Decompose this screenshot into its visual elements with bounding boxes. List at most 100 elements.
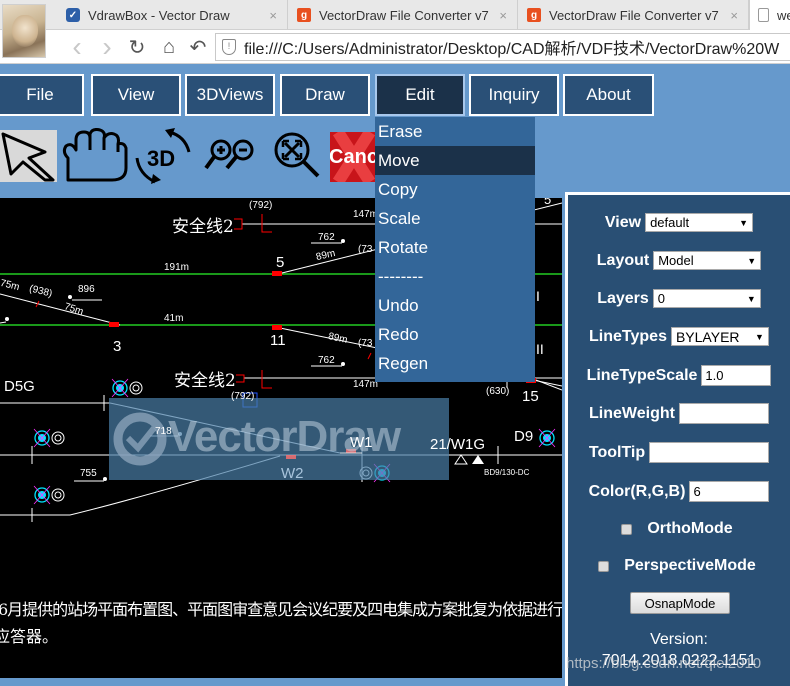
- view-select[interactable]: default ▼: [645, 213, 754, 232]
- tab-title: VectorDraw File Converter v7: [549, 7, 719, 23]
- signal-symbol: [538, 428, 556, 448]
- close-tab-icon[interactable]: ×: [499, 8, 507, 23]
- switch-label: W2: [281, 465, 304, 482]
- number-label: 762: [318, 232, 335, 243]
- cancel-tool[interactable]: Canc: [330, 132, 375, 182]
- orange-g-icon: g: [297, 8, 311, 22]
- home-button[interactable]: ⌂: [157, 35, 181, 59]
- perspectivemode-checkbox[interactable]: [598, 560, 610, 572]
- menu-edit[interactable]: Edit: [375, 74, 465, 116]
- undo-close-tab-button[interactable]: ↶: [186, 35, 210, 59]
- cancel-label: Canc: [330, 145, 375, 168]
- dimension-label: (73: [358, 338, 373, 349]
- linetypes-label: LineTypes: [589, 327, 667, 345]
- menu-item-redo[interactable]: Redo: [375, 320, 535, 349]
- rotate-3d-tool[interactable]: 3D: [133, 128, 197, 184]
- perspectivemode-label: PerspectiveMode: [624, 557, 756, 574]
- zoom-extents-icon: [274, 132, 320, 178]
- linetypes-row: LineTypes BYLAYER ▼: [568, 327, 790, 346]
- close-tab-icon[interactable]: ×: [730, 8, 738, 23]
- browser-tab-vdrawbox[interactable]: ✓ VdrawBox - Vector Draw ×: [58, 0, 288, 30]
- view-label: View: [604, 213, 642, 231]
- menu-inquiry[interactable]: Inquiry: [469, 74, 559, 116]
- vectordraw-logo-icon: ✓: [66, 8, 80, 22]
- menu-item-move[interactable]: Move: [375, 146, 535, 175]
- node-number: 5: [276, 254, 285, 271]
- menu-item-undo[interactable]: Undo: [375, 291, 535, 320]
- node-number: 11: [270, 332, 286, 349]
- menu-draw[interactable]: Draw: [280, 74, 370, 116]
- orange-g-icon: g: [527, 8, 541, 22]
- forward-button[interactable]: ›: [95, 31, 119, 62]
- tab-title: VectorDraw File Converter v7: [319, 7, 489, 23]
- menu-item-erase[interactable]: Erase: [375, 117, 535, 146]
- page-icon: [758, 8, 769, 22]
- menu-item-rotate[interactable]: Rotate: [375, 233, 535, 262]
- browser-tab-converter-1[interactable]: g VectorDraw File Converter v7 ×: [289, 0, 518, 30]
- layout-select-value: Model: [658, 253, 694, 268]
- close-tab-icon[interactable]: ×: [269, 8, 277, 23]
- linetypes-select[interactable]: BYLAYER ▼: [670, 327, 769, 346]
- node-number: 15: [522, 388, 539, 405]
- signal-label: D9: [514, 428, 534, 445]
- orthomode-label: OrthoMode: [647, 520, 733, 537]
- tooltip-label: ToolTip: [588, 443, 646, 461]
- balise-label: BD9/130-DC: [484, 468, 530, 477]
- track-label: 21/W1G: [430, 436, 486, 453]
- safety-line-label: 安全线2: [172, 217, 234, 237]
- menu-3dviews[interactable]: 3DViews: [185, 74, 275, 116]
- track-roman-numeral: I: [536, 288, 540, 304]
- layers-select[interactable]: 0 ▼: [652, 289, 761, 308]
- menu-separator: --------: [378, 267, 424, 286]
- linetypescale-input[interactable]: [701, 365, 772, 386]
- zoom-extents-tool[interactable]: [266, 128, 326, 184]
- user-avatar[interactable]: [2, 4, 46, 58]
- track-roman-numeral: II: [536, 341, 544, 357]
- layout-select[interactable]: Model ▼: [653, 251, 762, 270]
- balise-triangle-filled: [472, 455, 484, 464]
- signal-symbol: [111, 378, 143, 398]
- tab-title: VdrawBox - Vector Draw: [88, 7, 230, 23]
- menu-file[interactable]: File: [0, 74, 84, 116]
- dimension-label: (792): [249, 200, 273, 211]
- signal-label: D5G: [4, 378, 35, 395]
- pan-tool[interactable]: [60, 128, 132, 184]
- browser-tab-current[interactable]: we: [749, 0, 790, 30]
- lineweight-row: LineWeight: [568, 403, 790, 424]
- switch-label: W1: [350, 434, 373, 451]
- select-arrow-icon: [1, 132, 54, 182]
- select-tool[interactable]: [0, 130, 57, 182]
- edit-dropdown-menu: Erase Move Copy Scale Rotate -------- Un…: [375, 117, 535, 382]
- reload-button[interactable]: ↻: [125, 35, 149, 59]
- osnapmode-button[interactable]: OsnapMode: [630, 592, 730, 614]
- lineweight-input[interactable]: [678, 403, 769, 424]
- browser-tab-converter-2[interactable]: g VectorDraw File Converter v7 ×: [519, 0, 749, 30]
- tooltip-input[interactable]: [649, 442, 770, 463]
- safety-line-label: 安全线2: [174, 371, 236, 391]
- orthomode-checkbox[interactable]: [621, 523, 633, 535]
- tooltip-row: ToolTip: [568, 442, 790, 463]
- color-input[interactable]: [689, 481, 770, 502]
- switch-line: [0, 293, 121, 326]
- pan-hand-icon: [62, 128, 128, 182]
- signal-symbol: [33, 428, 65, 448]
- address-bar[interactable]: ! file:///C:/Users/Administrator/Desktop…: [215, 33, 790, 61]
- menu-item-copy[interactable]: Copy: [375, 175, 535, 204]
- number-label: 755: [80, 468, 97, 479]
- tab-title: we: [777, 7, 790, 23]
- menu-about[interactable]: About: [563, 74, 654, 116]
- browser-tab-bar: ✓ VdrawBox - Vector Draw × g VectorDraw …: [0, 0, 790, 30]
- node-number: 3: [113, 338, 122, 355]
- menu-item-regen[interactable]: Regen: [375, 349, 535, 378]
- dimension-label: (630): [486, 386, 510, 397]
- layout-row: Layout Model ▼: [568, 251, 790, 270]
- menu-view[interactable]: View: [91, 74, 181, 116]
- back-button[interactable]: ‹: [65, 31, 89, 62]
- layers-label: Layers: [597, 289, 649, 307]
- zoom-in-out-tool[interactable]: [203, 128, 258, 184]
- length-label: 191m: [164, 262, 190, 273]
- menu-item-scale[interactable]: Scale: [375, 204, 535, 233]
- view-row: View default ▼: [568, 213, 790, 232]
- drawing-note-line: 6月提供的站场平面布置图、平面图审查意见会议纪要及四电集成方案批复为依据进行: [0, 600, 562, 619]
- dimension-label: (792): [231, 391, 255, 402]
